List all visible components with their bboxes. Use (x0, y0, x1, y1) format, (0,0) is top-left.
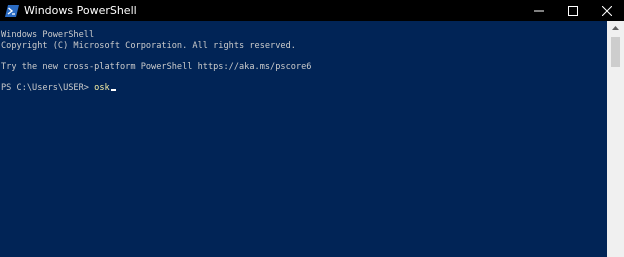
scroll-thumb[interactable] (611, 37, 620, 67)
vertical-scrollbar[interactable] (607, 21, 624, 257)
text-cursor (110, 88, 116, 91)
maximize-button[interactable] (556, 0, 590, 21)
chevron-up-icon (612, 26, 619, 30)
window-title: Windows PowerShell (24, 4, 137, 17)
command-input[interactable]: osk (94, 83, 110, 93)
minimize-icon (534, 10, 544, 11)
console-output[interactable]: Windows PowerShell Copyright (C) Microso… (0, 21, 607, 257)
powershell-icon (5, 4, 19, 17)
console-line: Windows PowerShell (1, 30, 95, 40)
console-line: Try the new cross-platform PowerShell ht… (1, 61, 312, 72)
prompt-line[interactable]: PS C:\Users\USER> osk (0, 83, 607, 94)
window-controls (522, 0, 624, 21)
close-button[interactable] (590, 0, 624, 21)
scroll-up-button[interactable] (607, 21, 624, 35)
console-line: Copyright (C) Microsoft Corporation. All… (1, 40, 296, 51)
powershell-window: Windows PowerShell Windows PowerShell Co… (0, 0, 624, 257)
close-icon (602, 5, 612, 16)
minimize-button[interactable] (522, 0, 556, 21)
prompt-text: PS C:\Users\USER> (1, 82, 95, 93)
maximize-icon (568, 5, 578, 16)
title-bar[interactable]: Windows PowerShell (0, 0, 624, 21)
